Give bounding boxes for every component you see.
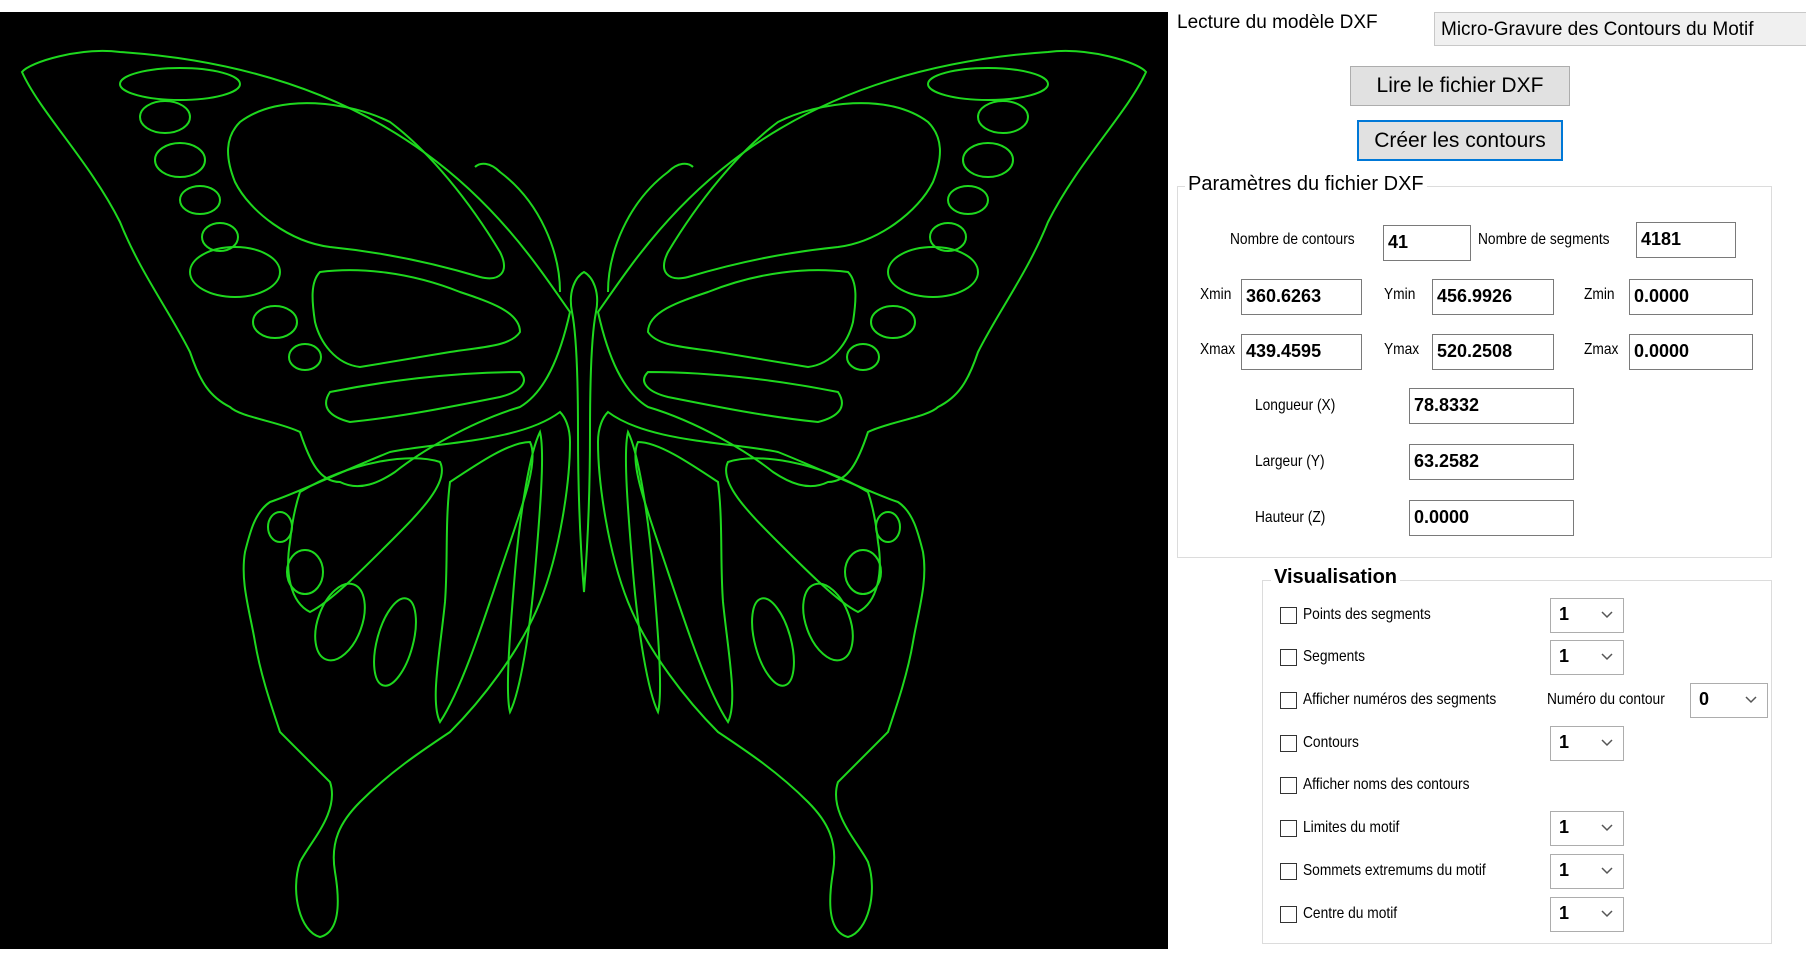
cell <box>139 100 191 134</box>
contour-number-label: Numéro du contour <box>1547 691 1665 708</box>
chevron-down-icon <box>1601 910 1613 918</box>
points-segments-combo[interactable]: 1 <box>1550 598 1624 633</box>
extremum-vertices-checkbox[interactable] <box>1280 863 1297 880</box>
xmin-field[interactable]: 360.6263 <box>1241 279 1362 315</box>
extremum-vertices-label: Sommets extremums du motif <box>1303 862 1486 879</box>
visualisation-group: Visualisation Points des segments 1 Segm… <box>1262 566 1772 944</box>
center-checkbox[interactable] <box>1280 906 1297 923</box>
contours-checkbox[interactable] <box>1280 735 1297 752</box>
contours-combo[interactable]: 1 <box>1550 726 1624 761</box>
xmin-label: Xmin <box>1200 286 1232 303</box>
nb-segments-field[interactable]: 4181 <box>1636 222 1736 258</box>
zmin-field[interactable]: 0.0000 <box>1629 279 1753 315</box>
zmin-label: Zmin <box>1584 286 1615 303</box>
cell <box>288 343 322 371</box>
contour-number-combo[interactable]: 0 <box>1690 683 1768 718</box>
butterfly-drawing <box>20 50 1147 939</box>
contours-label: Contours <box>1303 734 1359 751</box>
width-label: Largeur (Y) <box>1255 453 1325 470</box>
chevron-down-icon <box>1601 739 1613 747</box>
cell <box>325 370 525 424</box>
nb-contours-field[interactable]: 41 <box>1383 225 1471 261</box>
zmax-field[interactable]: 0.0000 <box>1629 334 1753 370</box>
ymin-label: Ymin <box>1384 286 1416 303</box>
combo-value: 1 <box>1559 732 1570 752</box>
chevron-down-icon <box>1601 867 1613 875</box>
cell <box>311 269 522 369</box>
combo-value: 1 <box>1559 817 1570 837</box>
cell <box>119 67 241 101</box>
ymin-field[interactable]: 456.9926 <box>1432 279 1554 315</box>
limits-combo[interactable]: 1 <box>1550 811 1624 846</box>
contour-names-label: Afficher noms des contours <box>1303 776 1470 793</box>
read-dxf-button[interactable]: Lire le fichier DXF <box>1350 66 1570 106</box>
butterfly-left-half <box>20 50 572 939</box>
chevron-down-icon <box>1601 611 1613 619</box>
limits-label: Limites du motif <box>1303 819 1400 836</box>
cell <box>189 246 281 298</box>
segments-combo[interactable]: 1 <box>1550 640 1624 675</box>
xmax-label: Xmax <box>1200 341 1236 358</box>
antenna <box>474 162 561 293</box>
dxf-preview-canvas[interactable] <box>0 12 1168 949</box>
segment-numbers-checkbox[interactable] <box>1280 692 1297 709</box>
cell <box>252 305 298 339</box>
ymax-field[interactable]: 520.2508 <box>1432 334 1554 370</box>
width-field[interactable]: 63.2582 <box>1409 444 1574 480</box>
extremum-vertices-combo[interactable]: 1 <box>1550 854 1624 889</box>
visualisation-title: Visualisation <box>1271 566 1401 589</box>
segment-numbers-label: Afficher numéros des segments <box>1303 691 1497 708</box>
center-label: Centre du motif <box>1303 905 1398 922</box>
dxf-params-title: Paramètres du fichier DXF <box>1185 173 1427 196</box>
cell <box>267 511 293 543</box>
tab-micro-gravure[interactable]: Micro-Gravure des Contours du Motif <box>1434 12 1806 46</box>
section-title: Lecture du modèle DXF <box>1177 12 1378 33</box>
cell <box>286 549 324 595</box>
chevron-down-icon <box>1601 824 1613 832</box>
combo-value: 1 <box>1559 646 1570 666</box>
cell <box>506 429 544 715</box>
limits-checkbox[interactable] <box>1280 820 1297 837</box>
cell <box>227 102 505 280</box>
segments-checkbox[interactable] <box>1280 649 1297 666</box>
combo-value: 1 <box>1559 903 1570 923</box>
segments-label: Segments <box>1303 648 1365 665</box>
dxf-params-group: Paramètres du fichier DXF Nombre de cont… <box>1177 173 1772 558</box>
points-segments-label: Points des segments <box>1303 606 1431 623</box>
length-label: Longueur (X) <box>1255 397 1336 414</box>
height-field[interactable]: 0.0000 <box>1409 500 1574 536</box>
create-contours-button[interactable]: Créer les contours <box>1357 120 1563 161</box>
points-segments-checkbox[interactable] <box>1280 607 1297 624</box>
combo-value: 0 <box>1699 689 1710 709</box>
zmax-label: Zmax <box>1584 341 1619 358</box>
contour-names-checkbox[interactable] <box>1280 777 1297 794</box>
cell <box>434 440 534 724</box>
height-label: Hauteur (Z) <box>1255 509 1326 526</box>
chevron-down-icon <box>1745 696 1757 704</box>
center-combo[interactable]: 1 <box>1550 897 1624 932</box>
ymax-label: Ymax <box>1384 341 1420 358</box>
length-field[interactable]: 78.8332 <box>1409 388 1574 424</box>
cell <box>287 457 443 614</box>
cell <box>373 597 417 687</box>
combo-value: 1 <box>1559 604 1570 624</box>
combo-value: 1 <box>1559 860 1570 880</box>
cell <box>179 185 221 215</box>
butterfly-body <box>569 270 599 593</box>
upper-wing-outline <box>20 50 572 488</box>
xmax-field[interactable]: 439.4595 <box>1241 334 1362 370</box>
nb-segments-label: Nombre de segments <box>1478 231 1610 248</box>
chevron-down-icon <box>1601 653 1613 661</box>
nb-contours-label: Nombre de contours <box>1230 231 1355 248</box>
cell <box>154 142 206 178</box>
